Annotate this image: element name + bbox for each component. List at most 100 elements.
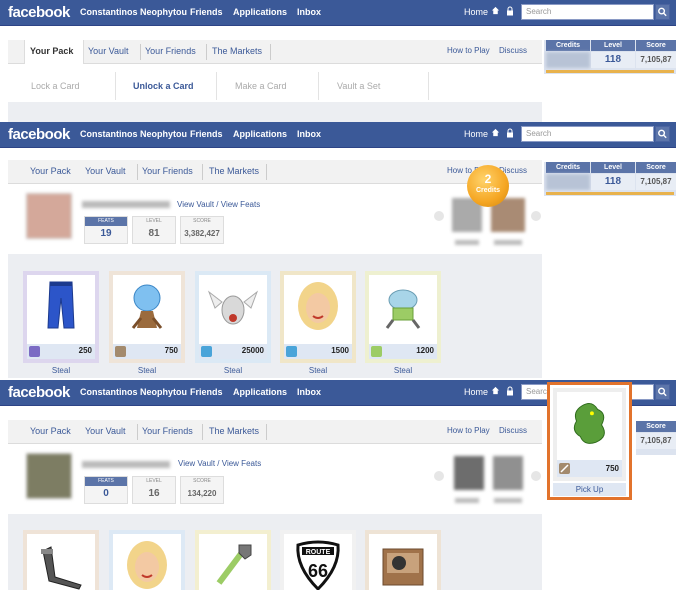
card-route-66[interactable]: ROUTE 66 <box>280 530 356 590</box>
steal-button[interactable]: Steal <box>365 366 441 375</box>
view-vault-link[interactable]: View Vault <box>177 200 214 209</box>
friend-name-blurred <box>82 201 170 208</box>
card-price: 750 <box>164 346 178 355</box>
view-feats-link[interactable]: View Feats <box>221 200 260 209</box>
nav-inbox[interactable]: Inbox <box>297 129 321 139</box>
friend-avatar-blurred[interactable] <box>26 193 72 239</box>
winged-helmet-icon <box>207 290 259 325</box>
carousel-prev-icon[interactable] <box>434 471 444 481</box>
how-to-play-link[interactable]: How to Play <box>447 46 490 55</box>
nav-inbox[interactable]: Inbox <box>297 387 321 397</box>
nav-user-name[interactable]: Constantinos Neophytou <box>80 129 187 139</box>
friend-avatar-blurred[interactable] <box>26 453 72 499</box>
steal-button[interactable]: Steal <box>109 366 185 375</box>
tab-your-friends[interactable]: Your Friends <box>145 46 196 56</box>
card-blonde-woman[interactable]: 1500 <box>280 271 356 363</box>
tab-the-markets[interactable]: The Markets <box>209 426 259 436</box>
card-alien-robot[interactable]: 1200 <box>365 271 441 363</box>
home-icon[interactable] <box>491 386 500 395</box>
nav-home[interactable]: Home <box>464 129 488 139</box>
card-jeans[interactable]: 250 <box>23 271 99 363</box>
nav-home[interactable]: Home <box>464 387 488 397</box>
facebook-top-bar: facebook Constantinos Neophytou Friends … <box>0 0 676 26</box>
nav-applications[interactable]: Applications <box>233 387 287 397</box>
app-tabs-2: Your Pack Your Vault Your Friends The Ma… <box>8 160 542 184</box>
tab-your-friends[interactable]: Your Friends <box>142 426 193 436</box>
subtab-unlock-card[interactable]: Unlock a Card <box>133 81 194 91</box>
how-to-play-link[interactable]: How to Play <box>447 426 490 435</box>
tab-the-markets[interactable]: The Markets <box>209 166 259 176</box>
tab-your-pack[interactable]: Your Pack <box>30 46 73 56</box>
facebook-logo[interactable]: facebook <box>8 4 70 21</box>
pipe-wrench-icon <box>216 544 252 585</box>
view-feats-link[interactable]: View Feats <box>222 459 261 468</box>
nav-friends[interactable]: Friends <box>190 7 223 17</box>
tab-your-friends[interactable]: Your Friends <box>142 166 193 176</box>
tab-your-pack[interactable]: Your Pack <box>30 426 71 436</box>
card-record-player[interactable] <box>365 530 441 590</box>
lock-icon[interactable] <box>506 128 514 138</box>
pickup-card-highlight[interactable]: 750 Pick Up <box>547 382 632 500</box>
card-price: 750 <box>605 464 619 473</box>
subtab-vault-set[interactable]: Vault a Set <box>337 81 380 91</box>
carousel-prev-icon[interactable] <box>434 211 444 221</box>
card-blonde-woman-2[interactable] <box>109 530 185 590</box>
svg-text:ROUTE: ROUTE <box>306 549 331 556</box>
facebook-logo[interactable]: facebook <box>8 126 70 143</box>
pick-up-button[interactable]: Pick Up <box>553 483 626 496</box>
subtab-make-card[interactable]: Make a Card <box>235 81 287 91</box>
friend-thumb-blurred[interactable] <box>454 456 484 490</box>
search-input[interactable]: Search <box>521 126 654 142</box>
lock-icon[interactable] <box>506 6 514 16</box>
card-dragon[interactable]: 750 <box>553 388 626 481</box>
nav-applications[interactable]: Applications <box>233 7 287 17</box>
search-input[interactable]: Search <box>521 4 654 20</box>
tab-your-vault[interactable]: Your Vault <box>85 166 126 176</box>
nav-home[interactable]: Home <box>464 7 488 17</box>
tab-the-markets[interactable]: The Markets <box>212 46 262 56</box>
tab-your-vault[interactable]: Your Vault <box>88 46 129 56</box>
facebook-logo[interactable]: facebook <box>8 384 70 401</box>
nav-user-name[interactable]: Constantinos Neophytou <box>80 387 187 397</box>
tab-your-pack[interactable]: Your Pack <box>30 166 71 176</box>
carousel-next-icon[interactable] <box>531 211 541 221</box>
search-button[interactable] <box>655 4 670 20</box>
blonde-woman-icon <box>298 282 338 330</box>
tab-your-vault[interactable]: Your Vault <box>85 426 126 436</box>
card-pipe-wrench[interactable] <box>195 530 271 590</box>
discuss-link[interactable]: Discuss <box>499 426 527 435</box>
rarity-icon <box>201 346 212 357</box>
steal-button[interactable]: Steal <box>280 366 356 375</box>
view-vault-link[interactable]: View Vault <box>178 459 215 468</box>
nav-inbox[interactable]: Inbox <box>297 7 321 17</box>
subtab-lock-card[interactable]: Lock a Card <box>31 81 80 91</box>
search-button[interactable] <box>655 126 670 142</box>
progress-bar <box>546 70 674 73</box>
nav-applications[interactable]: Applications <box>233 129 287 139</box>
card-crystal-ball[interactable]: 750 <box>109 271 185 363</box>
discuss-link[interactable]: Discuss <box>499 46 527 55</box>
card-price: 1200 <box>416 346 434 355</box>
search-icon <box>658 387 667 397</box>
lock-icon[interactable] <box>506 386 514 396</box>
friend-thumb-blurred[interactable] <box>493 456 523 490</box>
level-value: 118 <box>591 174 635 190</box>
carousel-next-icon[interactable] <box>531 471 541 481</box>
home-icon[interactable] <box>491 128 500 137</box>
card-treadmill[interactable] <box>23 530 99 590</box>
score-value: 7,105,87 <box>636 433 676 449</box>
steal-button[interactable]: Steal <box>23 366 99 375</box>
credits-badge[interactable]: 2 Credits <box>467 165 509 207</box>
jeans-icon <box>47 281 75 329</box>
nav-user-name[interactable]: Constantinos Neophytou <box>80 7 187 17</box>
steal-button[interactable]: Steal <box>195 366 271 375</box>
feats-stat: FEATS 19 <box>84 216 128 244</box>
card-winged-helmet[interactable]: 25000 <box>195 271 271 363</box>
level-stat: LEVEL 81 <box>132 216 176 244</box>
nav-friends[interactable]: Friends <box>190 129 223 139</box>
home-icon[interactable] <box>491 6 500 15</box>
nav-friends[interactable]: Friends <box>190 387 223 397</box>
progress-bar <box>546 192 674 195</box>
search-button[interactable] <box>655 384 670 400</box>
card-area-strip <box>8 102 542 124</box>
